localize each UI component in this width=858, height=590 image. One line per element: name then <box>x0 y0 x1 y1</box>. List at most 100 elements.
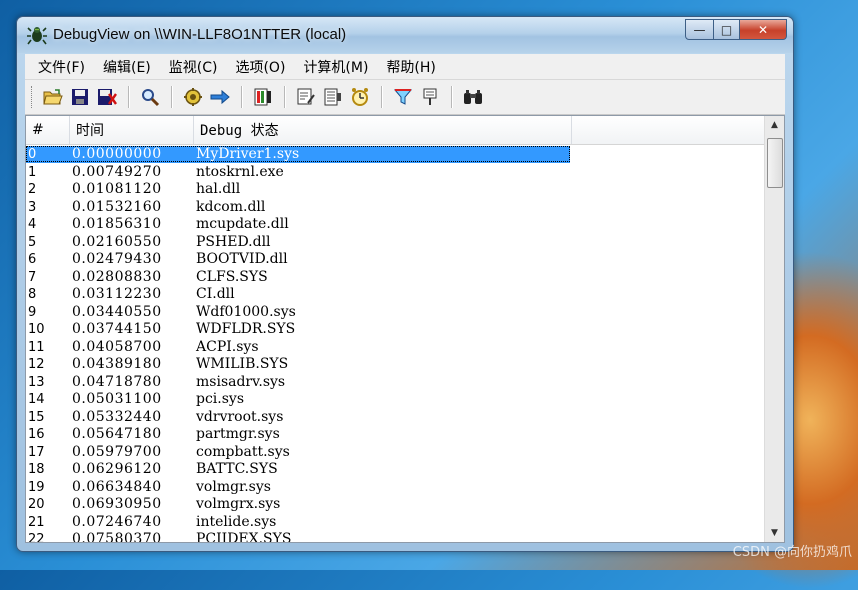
table-row[interactable]: 16 0.05647180 partmgr.sys <box>26 426 764 444</box>
cell-debug-status: intelide.sys <box>196 513 277 530</box>
open-button[interactable] <box>41 85 65 109</box>
column-header-time[interactable]: 时间 <box>70 116 194 144</box>
cell-time: 0.06930950 <box>72 496 162 512</box>
column-header-number[interactable]: # <box>26 116 70 144</box>
toolbar-separator <box>171 86 173 108</box>
table-row[interactable]: 1 0.00749270 ntoskrnl.exe <box>26 164 764 182</box>
binoculars-icon <box>464 90 482 104</box>
scroll-up-button[interactable]: ▲ <box>765 116 784 134</box>
cell-number: 19 <box>28 479 45 495</box>
cell-time: 0.03440550 <box>72 303 162 320</box>
autoscroll-button[interactable] <box>208 85 232 109</box>
cell-number: 1 <box>28 164 37 180</box>
save-button[interactable] <box>68 85 92 109</box>
timestamp-button[interactable] <box>321 85 345 109</box>
capture-button[interactable] <box>181 85 205 109</box>
table-row[interactable]: 22 0.07580370 PCIIDEX.SYS <box>26 531 764 542</box>
table-row[interactable]: 21 0.07246740 intelide.sys <box>26 514 764 532</box>
cell-number: 3 <box>28 199 37 215</box>
open-folder-icon <box>43 89 63 105</box>
cell-number: 22 <box>28 532 45 542</box>
log-rows: 0 0.00000000 MyDriver1.sys 1 0.00749270 ntosk… <box>26 146 764 542</box>
find-button[interactable] <box>138 85 162 109</box>
cell-number: 13 <box>28 374 45 390</box>
table-row[interactable]: 9 0.03440550 Wdf01000.sys <box>26 304 764 322</box>
toolbar-grip[interactable] <box>31 86 35 108</box>
cell-number: 4 <box>28 217 37 232</box>
table-row[interactable]: 7 0.02808830 CLFS.SYS <box>26 269 764 287</box>
list-header: # 时间 Debug 状态 <box>26 116 764 145</box>
menu-edit[interactable]: 编辑(E) <box>94 57 160 77</box>
cell-debug-status: WDFLDR.SYS <box>196 321 296 337</box>
clear-log-icon <box>254 88 271 106</box>
cell-time: 0.04058700 <box>72 338 162 355</box>
minimize-icon: — <box>693 22 706 37</box>
cell-debug-status: BOOTVID.dll <box>196 251 288 267</box>
scroll-down-button[interactable]: ▼ <box>765 524 784 542</box>
edit-filter-button[interactable] <box>294 85 318 109</box>
cell-number: 8 <box>28 287 37 302</box>
search-button[interactable] <box>461 85 485 109</box>
table-row[interactable]: 5 0.02160550 PSHED.dll <box>26 234 764 252</box>
table-row[interactable]: 14 0.05031100 pci.sys <box>26 391 764 409</box>
filter-button[interactable] <box>391 85 415 109</box>
menu-file[interactable]: 文件(F) <box>29 57 94 77</box>
toolbar-separator <box>241 86 243 108</box>
table-row[interactable]: 12 0.04389180 WMILIB.SYS <box>26 356 764 374</box>
cell-debug-status: kdcom.dll <box>196 198 266 215</box>
close-button[interactable]: ✕ <box>740 19 787 40</box>
minimize-button[interactable]: — <box>685 19 714 40</box>
menu-computer[interactable]: 计算机(M) <box>294 57 377 77</box>
menu-capture[interactable]: 监视(C) <box>160 57 227 77</box>
cell-time: 0.07246740 <box>72 513 162 530</box>
debugview-window: DebugView on \\WIN-LLF8O1NTTER (local) —… <box>16 16 794 552</box>
cell-number: 7 <box>28 269 37 285</box>
menu-options[interactable]: 选项(O) <box>226 57 294 77</box>
save-icon <box>72 89 88 105</box>
maximize-button[interactable]: □ <box>714 19 740 40</box>
table-row[interactable]: 13 0.04718780 msisadrv.sys <box>26 374 764 392</box>
table-row[interactable]: 18 0.06296120 BATTC.SYS <box>26 461 764 479</box>
cell-time: 0.01081120 <box>72 181 162 197</box>
clear-log-button[interactable] <box>251 85 275 109</box>
cell-debug-status: PSHED.dll <box>196 233 271 250</box>
table-row[interactable]: 3 0.01532160 kdcom.dll <box>26 199 764 217</box>
table-row[interactable]: 8 0.03112230 CI.dll <box>26 286 764 304</box>
cell-time: 0.06296120 <box>72 461 162 477</box>
cell-number: 10 <box>28 322 45 337</box>
cell-time: 0.00749270 <box>72 163 162 180</box>
cell-time: 0.05031100 <box>72 391 162 407</box>
vertical-scrollbar[interactable]: ▲ ▼ <box>764 116 784 542</box>
timestamp-icon <box>324 88 341 106</box>
menu-help[interactable]: 帮助(H) <box>377 57 444 77</box>
table-row[interactable]: 20 0.06930950 volmgrx.sys <box>26 496 764 514</box>
cell-number: 15 <box>28 409 45 425</box>
cell-time: 0.04389180 <box>72 356 162 372</box>
cell-time: 0.07580370 <box>72 531 162 542</box>
cell-debug-status: PCIIDEX.SYS <box>196 531 292 542</box>
cell-debug-status: BATTC.SYS <box>196 461 278 477</box>
highlight-button[interactable] <box>418 85 442 109</box>
log-list-view[interactable]: # 时间 Debug 状态 0 0.00000000 MyDriver1.sys 1 0… <box>25 115 785 543</box>
table-row[interactable]: 0 0.00000000 MyDriver1.sys <box>26 146 764 164</box>
table-row[interactable]: 17 0.05979700 compbatt.sys <box>26 444 764 462</box>
table-row[interactable]: 11 0.04058700 ACPI.sys <box>26 339 764 357</box>
table-row[interactable]: 15 0.05332440 vdrvroot.sys <box>26 409 764 427</box>
clock-button[interactable] <box>348 85 372 109</box>
table-row[interactable]: 4 0.01856310 mcupdate.dll <box>26 216 764 234</box>
scroll-thumb[interactable] <box>767 138 783 188</box>
title-bar[interactable]: DebugView on \\WIN-LLF8O1NTTER (local) —… <box>17 17 793 53</box>
table-row[interactable]: 2 0.01081120 hal.dll <box>26 181 764 199</box>
window-controls: — □ ✕ <box>685 19 787 40</box>
column-header-debug-status[interactable]: Debug 状态 <box>194 116 572 144</box>
table-row[interactable]: 6 0.02479430 BOOTVID.dll <box>26 251 764 269</box>
table-row[interactable]: 19 0.06634840 volmgr.sys <box>26 479 764 497</box>
toolbar-separator <box>381 86 383 108</box>
cell-number: 9 <box>28 304 37 320</box>
cell-time: 0.03112230 <box>72 286 162 302</box>
cell-time: 0.04718780 <box>72 373 162 390</box>
table-row[interactable]: 10 0.03744150 WDFLDR.SYS <box>26 321 764 339</box>
cell-debug-status: CLFS.SYS <box>196 268 268 285</box>
toolbar-separator <box>451 86 453 108</box>
clear-display-button[interactable] <box>95 85 119 109</box>
